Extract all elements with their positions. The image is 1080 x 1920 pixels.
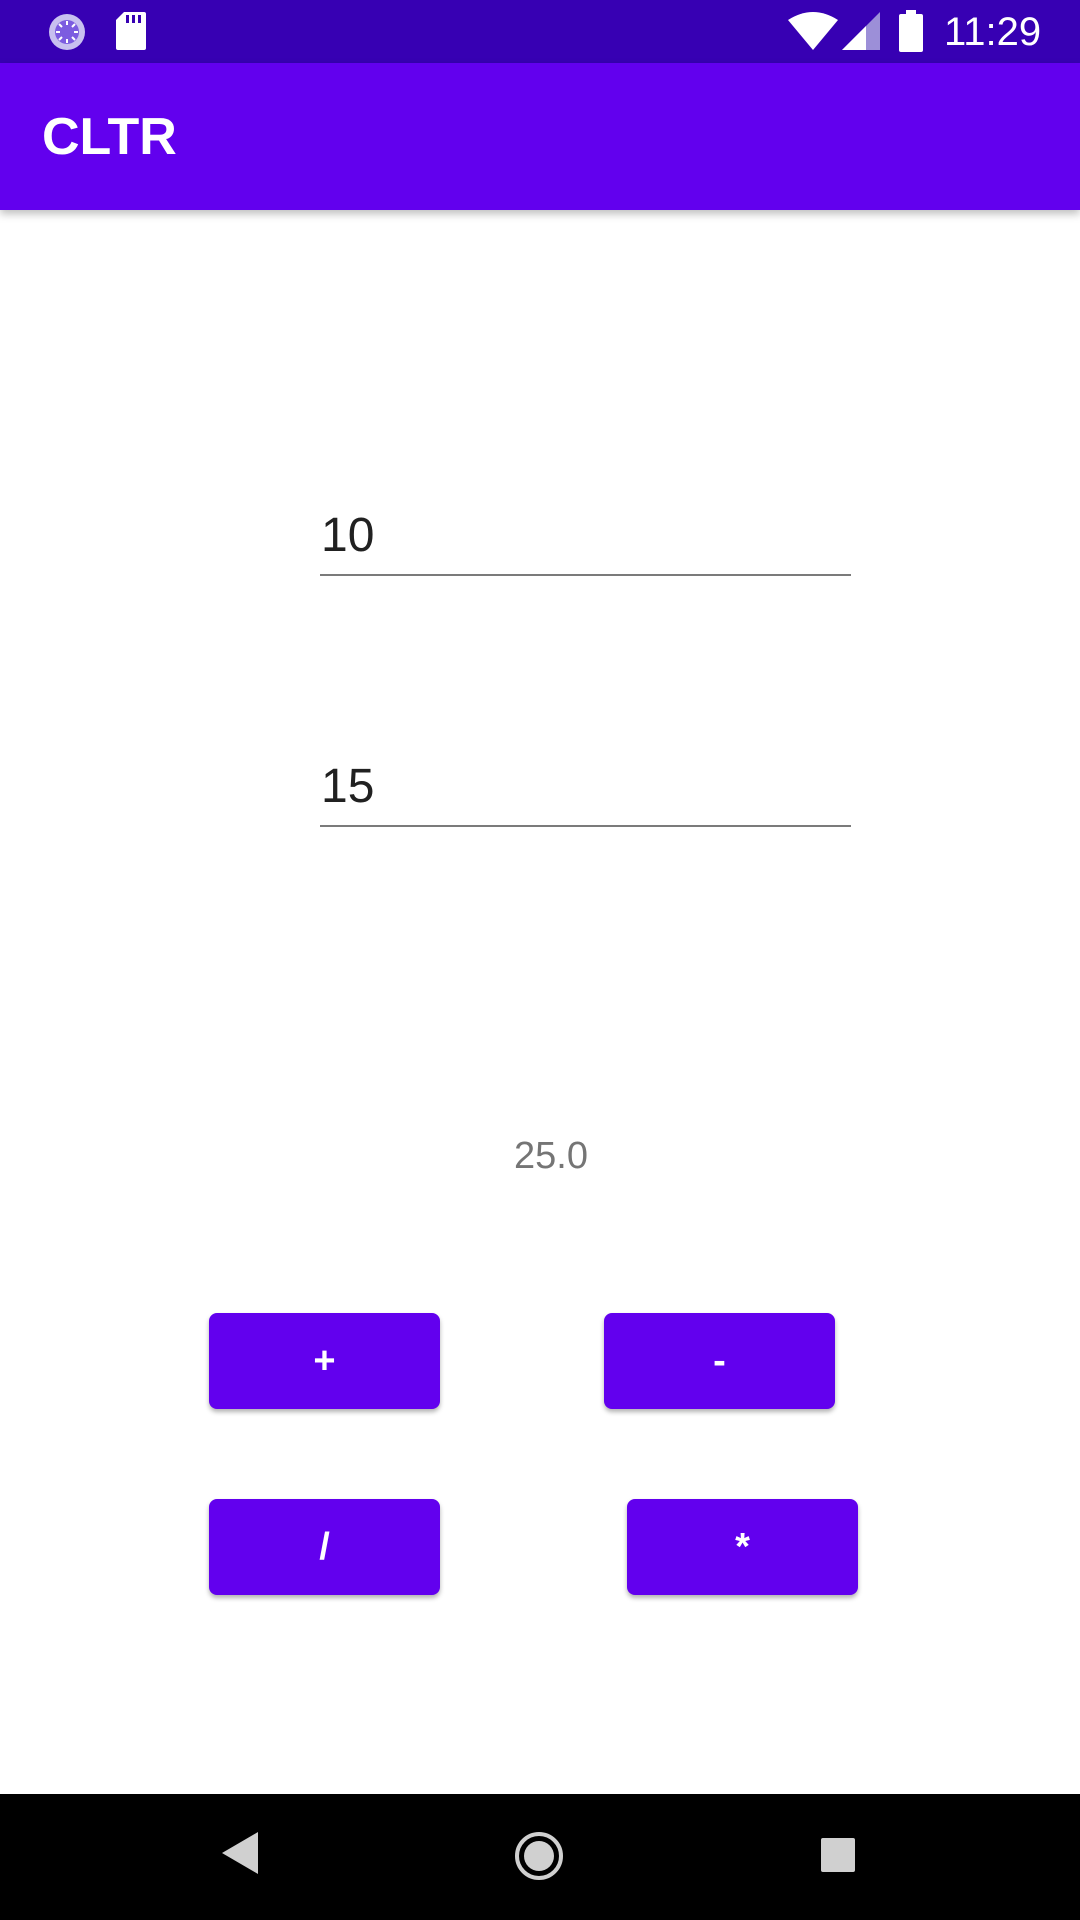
app-title: CLTR: [42, 108, 177, 166]
back-icon[interactable]: [222, 1832, 258, 1874]
navigation-bar: [0, 1794, 1080, 1920]
signal-icon: [842, 12, 880, 50]
sd-card-icon: [116, 12, 146, 50]
status-clock: 11:29: [944, 10, 1042, 54]
home-icon[interactable]: [514, 1831, 564, 1881]
recents-icon[interactable]: [821, 1838, 855, 1872]
sync-icon: [49, 14, 85, 50]
add-button[interactable]: +: [209, 1313, 440, 1409]
status-bar: 11:29: [0, 0, 1080, 63]
divide-button[interactable]: /: [209, 1499, 440, 1595]
first-number-input[interactable]: [320, 502, 851, 576]
multiply-button[interactable]: *: [627, 1499, 858, 1595]
subtract-button[interactable]: -: [604, 1313, 835, 1409]
app-bar: CLTR: [0, 63, 1080, 210]
second-number-input[interactable]: [320, 753, 851, 827]
battery-icon: [899, 10, 923, 52]
wifi-icon: [788, 12, 838, 50]
result-text: 25.0: [514, 1135, 588, 1177]
